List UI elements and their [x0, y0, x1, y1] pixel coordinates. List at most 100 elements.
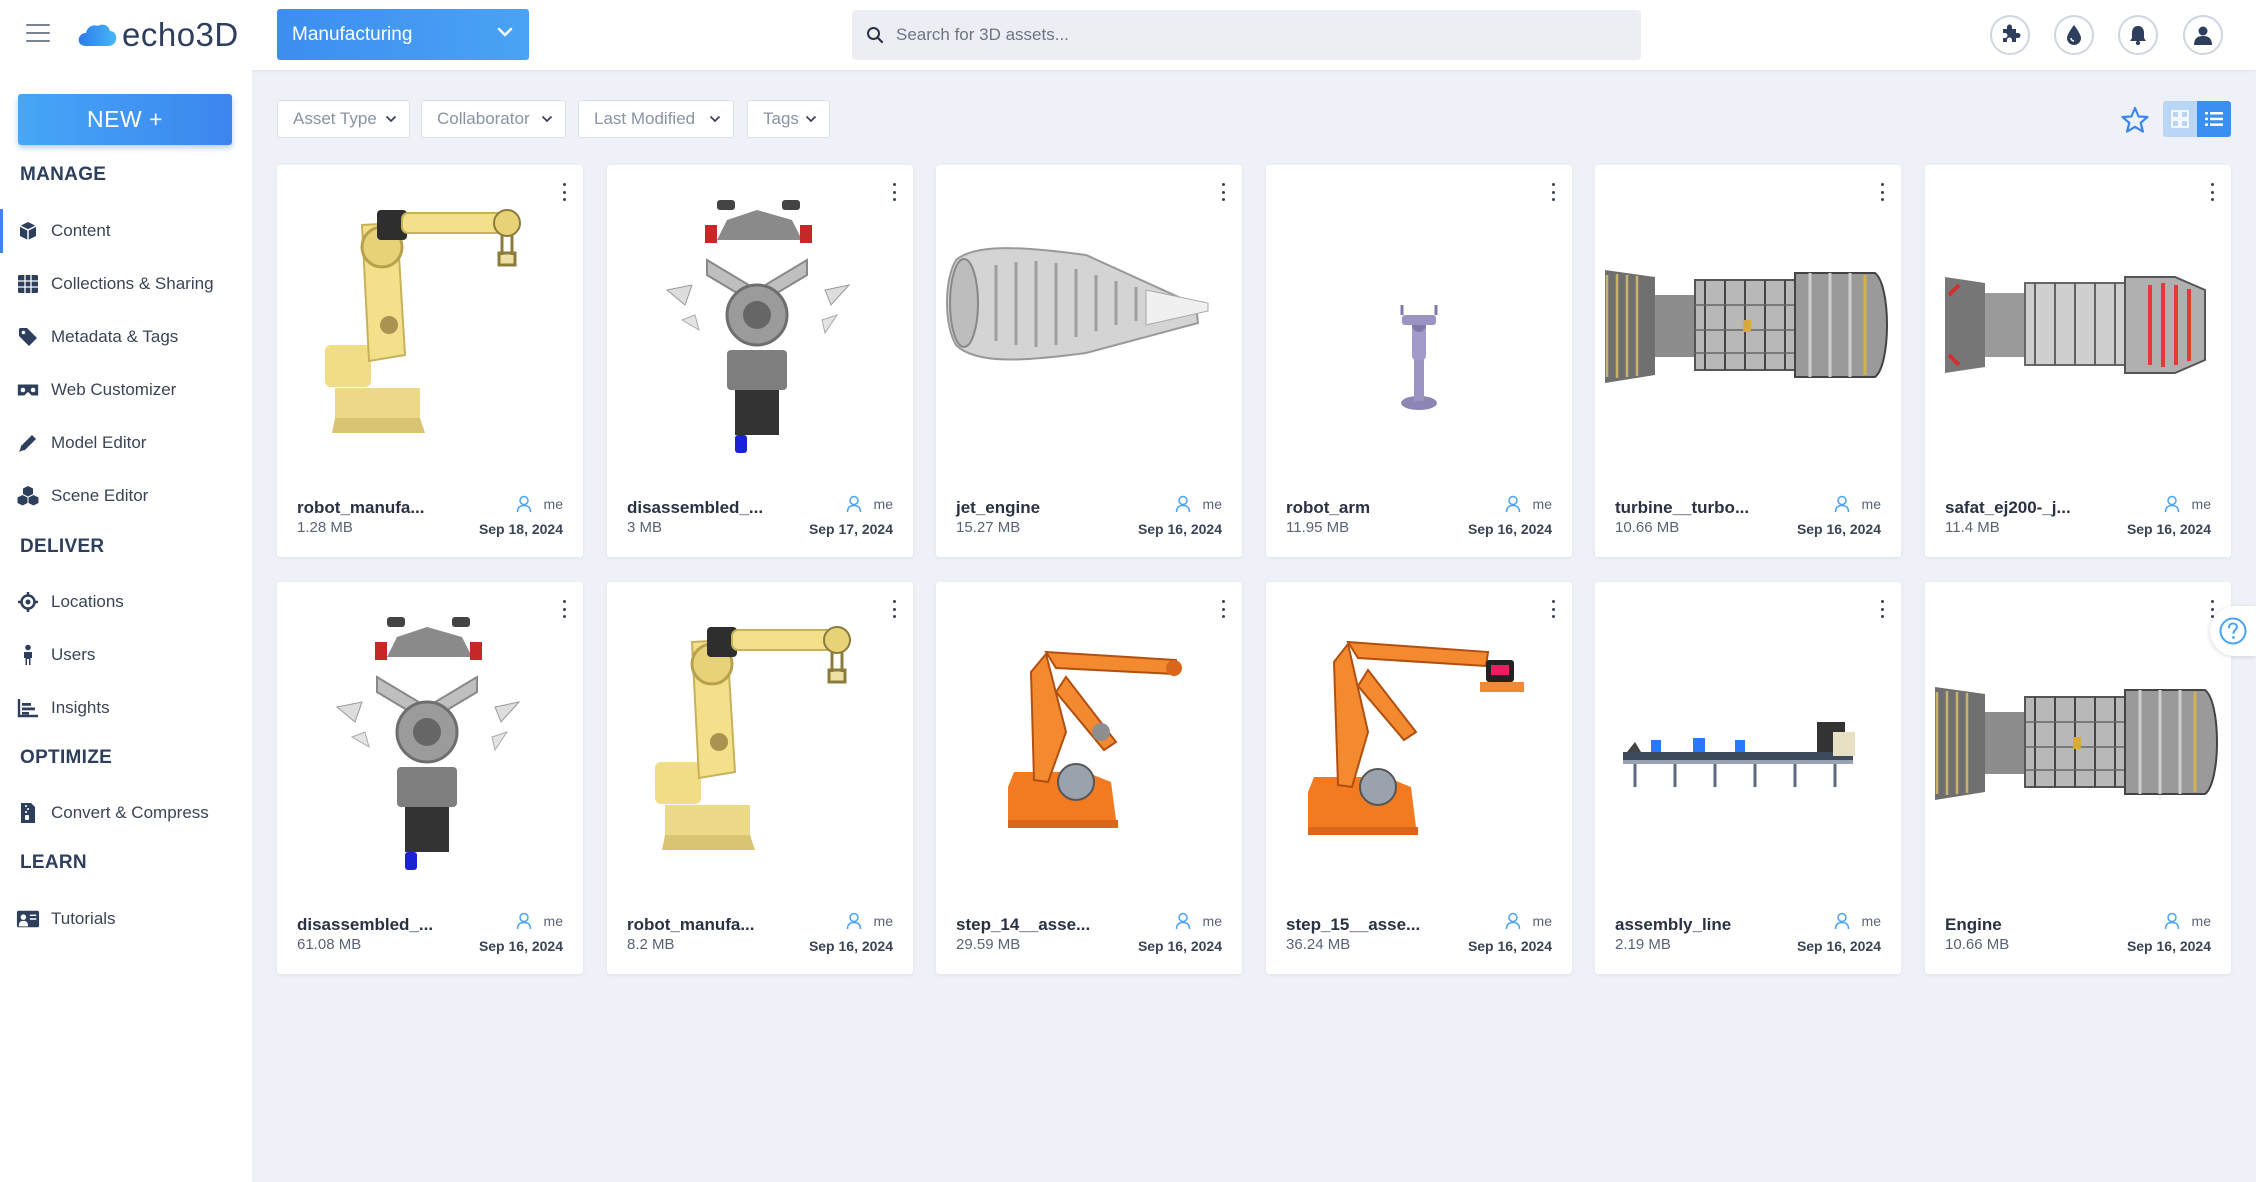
more-options-icon[interactable] [1548, 181, 1558, 203]
asset-thumbnail-assembly-line[interactable] [1595, 582, 1901, 902]
asset-size: 11.4 MB [1945, 519, 2000, 536]
asset-name: robot_manufa... [627, 915, 755, 934]
user-outline-icon [1505, 912, 1520, 930]
sidebar-item-insights[interactable]: Insights [0, 686, 252, 730]
search-bar[interactable] [852, 10, 1641, 60]
sidebar-item-web-customizer[interactable]: Web Customizer [0, 368, 252, 412]
asset-size: 11.95 MB [1286, 519, 1350, 536]
asset-card[interactable]: step_14__asse... 29.59 MB me Sep 16, 202… [936, 582, 1242, 974]
more-options-icon[interactable] [2207, 181, 2217, 203]
asset-name: safat_ej200-_j... [1945, 498, 2071, 517]
vr-headset-icon [16, 378, 40, 402]
asset-card[interactable]: robot_manufa... 1.28 MB me Sep 18, 2024 [277, 165, 583, 557]
pencil-icon [16, 431, 40, 455]
filter-last-modified[interactable]: Last Modified [578, 100, 734, 138]
sidebar-item-convert[interactable]: Convert & Compress [0, 791, 252, 835]
asset-card[interactable]: step_15__asse... 36.24 MB me Sep 16, 202… [1266, 582, 1572, 974]
grid-view-button[interactable] [2163, 101, 2197, 137]
asset-thumbnail-small-robot-arm[interactable] [1266, 165, 1572, 485]
asset-card[interactable]: disassembled_... 61.08 MB me Sep 16, 202… [277, 582, 583, 974]
logo-text: echo3D [122, 16, 239, 53]
user-outline-icon [1834, 495, 1849, 513]
owner-label: me [2191, 496, 2211, 512]
sidebar-item-scene-editor[interactable]: Scene Editor [0, 474, 252, 518]
chevron-down-icon [709, 115, 721, 123]
asset-name: assembly_line [1615, 915, 1732, 934]
asset-thumbnail-robot-arm-cream[interactable] [607, 582, 913, 902]
asset-thumbnail-orange-robot[interactable] [936, 582, 1242, 902]
asset-date: Sep 16, 2024 [808, 938, 893, 954]
echo3d-logo[interactable]: echo3D [76, 16, 239, 54]
droplet-icon[interactable] [2054, 15, 2094, 55]
user-account-icon[interactable] [2183, 15, 2223, 55]
asset-size: 8.2 MB [627, 936, 675, 953]
asset-thumbnail-turbine-red[interactable] [1925, 165, 2231, 485]
more-options-icon[interactable] [1548, 598, 1558, 620]
user-outline-icon [516, 495, 531, 513]
sidebar-item-label: Convert & Compress [51, 803, 209, 822]
sidebar-item-locations[interactable]: Locations [0, 580, 252, 624]
list-icon [2205, 112, 2223, 126]
asset-thumbnail-jet-engine[interactable] [936, 165, 1242, 485]
filter-tags[interactable]: Tags [747, 100, 830, 138]
more-options-icon[interactable] [889, 181, 899, 203]
owner-label: me [1532, 913, 1552, 929]
sidebar-item-collections[interactable]: Collections & Sharing [0, 262, 252, 306]
asset-owner: me [846, 495, 893, 513]
favorites-star-icon[interactable] [2118, 103, 2152, 137]
owner-label: me [873, 496, 893, 512]
list-view-button[interactable] [2197, 101, 2231, 137]
asset-name: turbine__turbo... [1615, 498, 1750, 517]
asset-thumbnail-engine-exploded[interactable] [607, 165, 913, 485]
more-options-icon[interactable] [889, 598, 899, 620]
asset-date: Sep 16, 2024 [1137, 521, 1222, 537]
filter-collaborator[interactable]: Collaborator [421, 100, 566, 138]
asset-size: 10.66 MB [1945, 936, 2010, 953]
owner-label: me [2191, 913, 2211, 929]
puzzle-icon[interactable] [1990, 15, 2030, 55]
sidebar-item-metadata[interactable]: Metadata & Tags [0, 315, 252, 359]
sidebar-item-content[interactable]: Content [0, 209, 252, 253]
filter-label: Collaborator [437, 109, 530, 128]
filter-label: Tags [763, 109, 799, 128]
asset-card[interactable]: disassembled_... 3 MB me Sep 17, 2024 [607, 165, 913, 557]
more-options-icon[interactable] [1877, 181, 1887, 203]
project-dropdown[interactable]: Manufacturing [277, 9, 529, 60]
bell-icon[interactable] [2118, 15, 2158, 55]
asset-size: 61.08 MB [297, 936, 362, 953]
asset-thumbnail-turbine[interactable] [1595, 165, 1901, 485]
sidebar-item-users[interactable]: Users [0, 633, 252, 677]
asset-name: step_15__asse... [1286, 915, 1421, 934]
sidebar-item-model-editor[interactable]: Model Editor [0, 421, 252, 465]
new-asset-button[interactable]: NEW + [18, 94, 232, 145]
asset-card[interactable]: turbine__turbo... 10.66 MB me Sep 16, 20… [1595, 165, 1901, 557]
filter-asset-type[interactable]: Asset Type [277, 100, 410, 138]
more-options-icon[interactable] [559, 598, 569, 620]
help-button[interactable] [2210, 606, 2256, 656]
asset-card[interactable]: robot_arm 11.95 MB me Sep 16, 2024 [1266, 165, 1572, 557]
compress-file-icon [16, 801, 40, 825]
person-icon [16, 643, 40, 667]
asset-card[interactable]: safat_ej200-_j... 11.4 MB me Sep 16, 202… [1925, 165, 2231, 557]
section-title-deliver: DELIVER [20, 536, 105, 557]
sidebar-item-tutorials[interactable]: Tutorials [0, 897, 252, 941]
asset-thumbnail-orange-robot-gripper[interactable] [1266, 582, 1572, 902]
asset-card[interactable]: Engine 10.66 MB me Sep 16, 2024 [1925, 582, 2231, 974]
asset-card[interactable]: robot_manufa... 8.2 MB me Sep 16, 2024 [607, 582, 913, 974]
sidebar-item-label: Content [51, 221, 111, 240]
search-input[interactable] [896, 25, 1596, 45]
more-options-icon[interactable] [1218, 598, 1228, 620]
asset-name: robot_manufa... [297, 498, 425, 517]
asset-thumbnail-turbine[interactable] [1925, 582, 2231, 902]
asset-card[interactable]: jet_engine 15.27 MB me Sep 16, 2024 [936, 165, 1242, 557]
more-options-icon[interactable] [1877, 598, 1887, 620]
asset-thumbnail-engine-exploded[interactable] [277, 582, 583, 902]
owner-label: me [1202, 913, 1222, 929]
asset-card[interactable]: assembly_line 2.19 MB me Sep 16, 2024 [1595, 582, 1901, 974]
more-options-icon[interactable] [1218, 181, 1228, 203]
menu-icon[interactable] [26, 24, 50, 44]
asset-thumbnail-robot-arm-cream[interactable] [277, 165, 583, 485]
more-options-icon[interactable] [559, 181, 569, 203]
project-dropdown-label: Manufacturing [292, 23, 413, 45]
sidebar-item-label: Collections & Sharing [51, 274, 214, 293]
